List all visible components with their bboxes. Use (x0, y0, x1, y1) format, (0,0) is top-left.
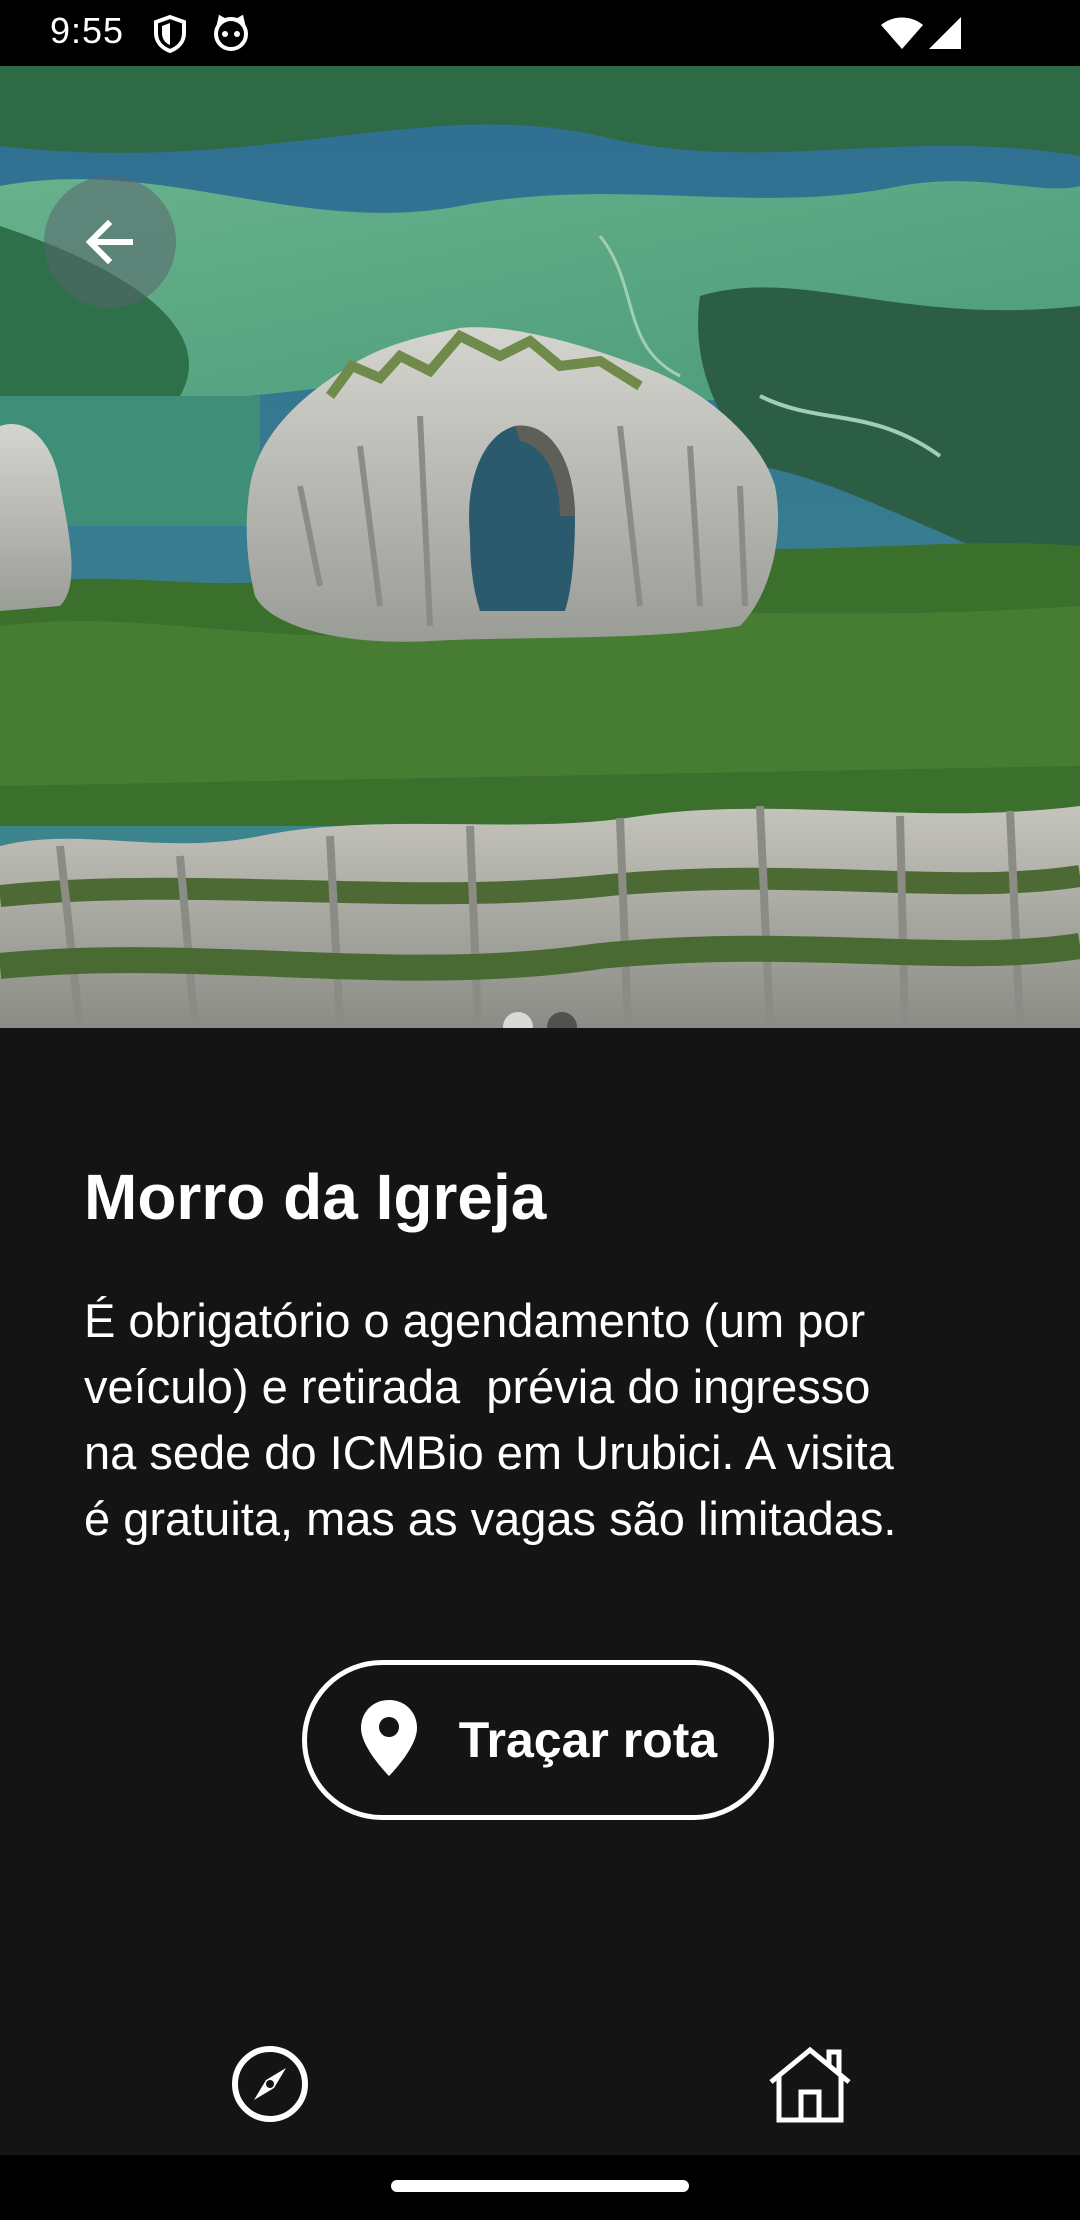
carousel-indicator (0, 1012, 1080, 1028)
nav-home[interactable] (760, 2036, 860, 2136)
status-bar: 9:55 (0, 0, 1080, 66)
carousel-dot[interactable] (547, 1012, 577, 1028)
place-title: Morro da Igreja (84, 1161, 547, 1233)
cat-face-icon (212, 14, 250, 57)
arrow-left-icon (86, 220, 134, 264)
location-pin-icon (359, 1698, 419, 1783)
place-description: É obrigatório o agendamento (um por veíc… (84, 1294, 897, 1545)
home-gesture-indicator[interactable] (391, 2180, 689, 2192)
cellular-signal-icon (928, 16, 962, 55)
compass-icon (230, 2044, 310, 2129)
hero-image (0, 66, 1080, 1028)
status-time: 9:55 (50, 10, 125, 51)
trace-route-label: Traçar rota (458, 1712, 718, 1768)
wifi-icon (880, 16, 924, 55)
bottom-navigation (0, 2010, 1080, 2155)
trace-route-button[interactable]: Traçar rota (302, 1660, 774, 1820)
screen: 9:55 Morro da Igreja É obrigatório o age… (0, 0, 1080, 2220)
shield-icon (152, 14, 188, 59)
home-icon (765, 2044, 855, 2129)
nav-explore[interactable] (220, 2036, 320, 2136)
back-button[interactable] (44, 176, 176, 308)
carousel-dot-active[interactable] (503, 1012, 533, 1028)
